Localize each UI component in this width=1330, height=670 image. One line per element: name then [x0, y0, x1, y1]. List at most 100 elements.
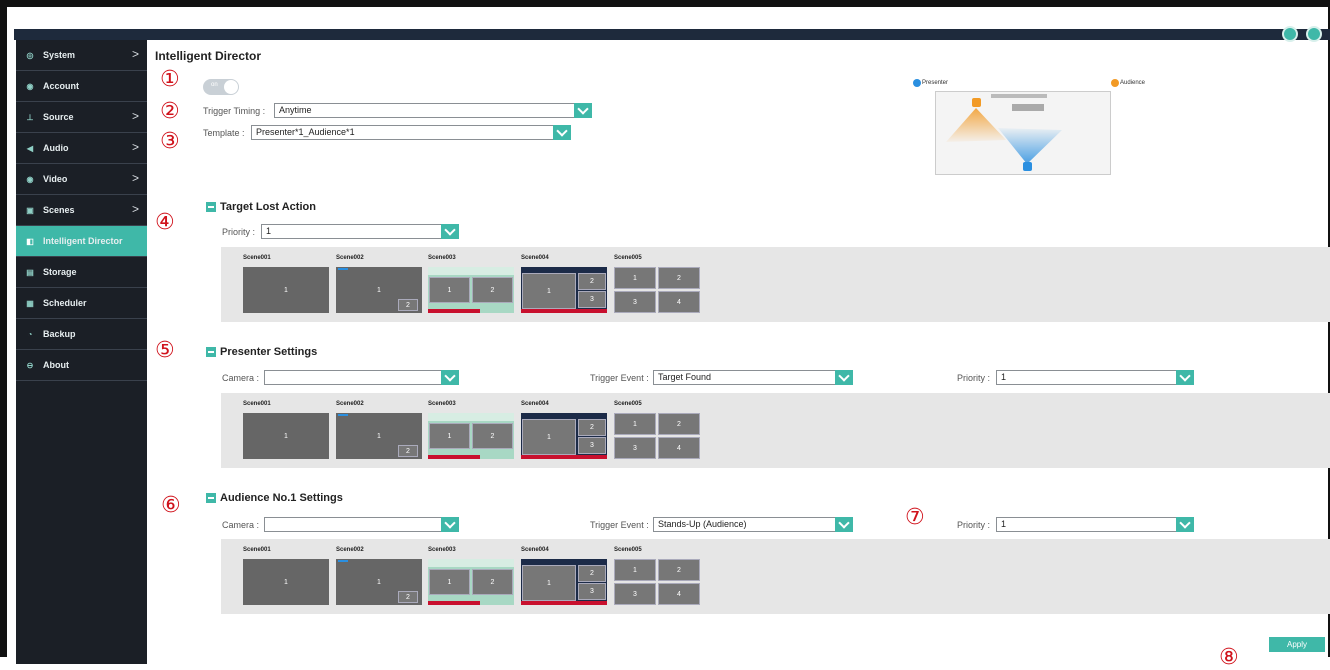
marker-6: ⑥: [161, 493, 181, 518]
scene-card[interactable]: Scene003 1 2: [428, 547, 514, 605]
scene-card[interactable]: Scene001 1: [243, 547, 329, 605]
scene-lower-third: [521, 455, 607, 459]
chevron-down-icon[interactable]: [1176, 370, 1194, 385]
sidebar-item-about[interactable]: ⊖ About: [16, 350, 147, 381]
scene-card[interactable]: Scene002 1 2: [336, 255, 422, 313]
sidebar-item-video[interactable]: ◉ Video >: [16, 164, 147, 195]
scene-cell: 1: [429, 423, 470, 449]
audience-dot-icon: [1111, 79, 1119, 87]
collapse-icon[interactable]: [206, 347, 216, 357]
presenter-priority-select[interactable]: 1: [996, 370, 1194, 385]
scene-cell: 1: [284, 578, 288, 586]
marker-8: ⑧: [1219, 645, 1239, 670]
scene-card[interactable]: Scene004 1 2 3: [521, 401, 607, 459]
network-icon: ⊥: [26, 112, 34, 122]
section-title: Audience No.1 Settings: [220, 492, 343, 504]
scene-cell: 2: [578, 565, 606, 582]
scene-name: Scene004: [521, 401, 549, 407]
video-icon: ◉: [26, 174, 34, 184]
speaker-icon: ◀: [26, 143, 34, 153]
presenter-legend: Presenter: [913, 79, 948, 87]
scene-panel-presenter: Scene001 1 Scene002 1 2 Scene003 1 2 Scene004…: [221, 393, 1330, 468]
sidebar-item-account[interactable]: ◉ Account: [16, 71, 147, 102]
audience-trigger-select[interactable]: Stands-Up (Audience): [653, 517, 853, 532]
scene-name: Scene005: [614, 401, 642, 407]
apply-button[interactable]: Apply: [1269, 637, 1325, 652]
scene-cell: 2: [658, 559, 700, 581]
chevron-down-icon[interactable]: [441, 517, 459, 532]
sidebar-item-backup[interactable]: ◔ Backup: [16, 319, 147, 350]
scene-name: Scene003: [428, 547, 456, 553]
scene-cell: 2: [578, 419, 606, 436]
audience-settings-header[interactable]: Audience No.1 Settings: [206, 492, 343, 504]
sidebar-item-system[interactable]: ◎ System >: [16, 40, 147, 71]
audience-legend: Audience: [1111, 79, 1145, 87]
scene-name: Scene004: [521, 255, 549, 261]
scene-card[interactable]: Scene001 1: [243, 255, 329, 313]
calendar-icon: ▦: [26, 298, 34, 308]
trigger-timing-select[interactable]: Anytime: [274, 103, 592, 118]
chevron-down-icon[interactable]: [553, 125, 571, 140]
sidebar-item-source[interactable]: ⊥ Source >: [16, 102, 147, 133]
app-frame: ◎ System > ◉ Account ⊥ Source > ◀ Audio > ◉ Vide…: [0, 0, 1330, 669]
scene-thumbnail: 1: [243, 559, 329, 605]
backup-icon: ◔: [27, 329, 33, 339]
collapse-icon[interactable]: [206, 202, 216, 212]
sidebar-item-label: Account: [43, 81, 79, 91]
sidebar-item-label: Backup: [43, 329, 76, 339]
scene-lower-third: [428, 601, 480, 605]
target-lost-priority-select[interactable]: 1: [261, 224, 459, 239]
scene-card[interactable]: Scene003 1 2: [428, 401, 514, 459]
chevron-down-icon[interactable]: [1176, 517, 1194, 532]
sidebar-item-scheduler[interactable]: ▦ Scheduler: [16, 288, 147, 319]
sidebar: ◎ System > ◉ Account ⊥ Source > ◀ Audio > ◉ Vide…: [16, 40, 147, 664]
chevron-right-icon: >: [131, 202, 139, 216]
sidebar-item-scenes[interactable]: ▣ Scenes >: [16, 195, 147, 226]
chevron-down-icon[interactable]: [835, 370, 853, 385]
scene-card[interactable]: Scene002 1 2: [336, 547, 422, 605]
chevron-down-icon[interactable]: [835, 517, 853, 532]
scene-thumbnail: 12: [428, 413, 514, 459]
sidebar-item-label: About: [43, 360, 69, 370]
scene-thumbnail: 12: [336, 413, 422, 459]
scene-card[interactable]: Scene005 1 2 3 4: [614, 255, 700, 313]
chevron-down-icon[interactable]: [441, 224, 459, 239]
storage-icon: ▤: [26, 267, 34, 277]
scene-cell: 1: [522, 419, 576, 455]
chevron-down-icon[interactable]: [441, 370, 459, 385]
main-content: Intelligent Director ① ② ③ ④ ⑤ ⑥ ⑦ ⑧ on …: [147, 40, 1330, 669]
scene-card[interactable]: Scene001 1: [243, 401, 329, 459]
audience-camera-select[interactable]: [264, 517, 459, 532]
chevron-right-icon: >: [131, 171, 139, 185]
sidebar-item-intelligent-director[interactable]: ◧ Intelligent Director: [16, 226, 147, 257]
scene-name: Scene004: [521, 547, 549, 553]
scene-name: Scene001: [243, 401, 271, 407]
scene-cell: 3: [614, 291, 656, 313]
scene-card[interactable]: Scene002 1 2: [336, 401, 422, 459]
scene-card[interactable]: Scene005 1 2 3 4: [614, 547, 700, 605]
scene-card[interactable]: Scene004 1 2 3: [521, 255, 607, 313]
collapse-icon[interactable]: [206, 493, 216, 503]
scene-card[interactable]: Scene004 1 2 3: [521, 547, 607, 605]
scene-cell: 2: [398, 591, 418, 603]
template-value: Presenter*1_Audience*1: [256, 127, 355, 137]
scene-card[interactable]: Scene005 1 2 3 4: [614, 401, 700, 459]
trigger-event-label: Trigger Event :: [590, 373, 649, 383]
presenter-camera-select[interactable]: [264, 370, 459, 385]
sidebar-item-label: Storage: [43, 267, 77, 277]
audience-priority-select[interactable]: 1: [996, 517, 1194, 532]
trigger-timing-label: Trigger Timing :: [203, 106, 266, 116]
sidebar-item-storage[interactable]: ▤ Storage: [16, 257, 147, 288]
scene-card[interactable]: Scene003 1 2: [428, 255, 514, 313]
template-label: Template :: [203, 128, 245, 138]
presenter-settings-header[interactable]: Presenter Settings: [206, 346, 317, 358]
chevron-down-icon[interactable]: [574, 103, 592, 118]
scene-cell: 1: [614, 559, 656, 581]
presenter-trigger-select[interactable]: Target Found: [653, 370, 853, 385]
scene-lower-third: [521, 309, 607, 313]
enable-toggle[interactable]: on: [203, 79, 239, 95]
sidebar-item-audio[interactable]: ◀ Audio >: [16, 133, 147, 164]
template-select[interactable]: Presenter*1_Audience*1: [251, 125, 571, 140]
target-lost-header[interactable]: Target Lost Action: [206, 201, 316, 213]
scene-cell: 1: [284, 286, 288, 294]
